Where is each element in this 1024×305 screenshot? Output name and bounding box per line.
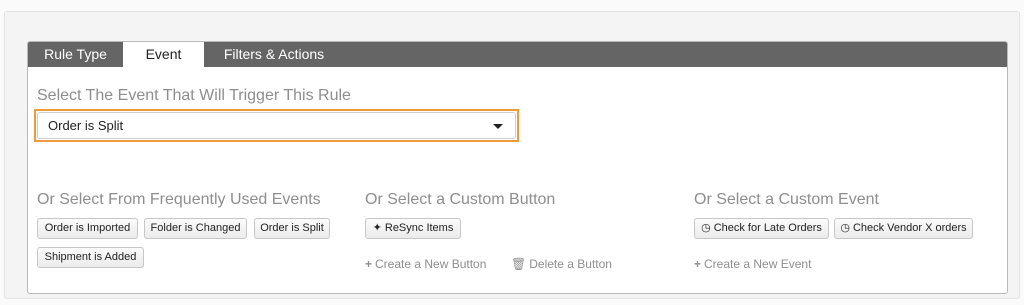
rule-editor-container: Rule Type Event Filters & Actions Select…: [4, 11, 1020, 299]
magic-wand-icon: ✦: [372, 222, 382, 234]
clock-icon: ◷: [701, 222, 711, 234]
tab-event[interactable]: Event: [123, 42, 204, 67]
rule-editor-panel: Rule Type Event Filters & Actions Select…: [27, 41, 1008, 294]
plus-icon: +: [365, 257, 373, 271]
trash-icon: 🗑: [511, 257, 527, 271]
plus-icon: +: [694, 257, 702, 271]
check-late-orders-label: Check for Late Orders: [713, 222, 822, 234]
delete-button-label: Delete a Button: [529, 257, 612, 271]
order-split-button[interactable]: Order is Split: [254, 218, 330, 239]
event-select-value: Order is Split: [48, 118, 124, 133]
chevron-down-icon: [493, 124, 503, 129]
resync-items-button[interactable]: ✦ ReSync Items: [365, 218, 461, 239]
check-late-orders-button[interactable]: ◷ Check for Late Orders: [694, 218, 829, 239]
delete-button-link[interactable]: 🗑 Delete a Button: [511, 257, 612, 271]
create-button-label: Create a New Button: [375, 257, 487, 271]
order-imported-button[interactable]: Order is Imported: [37, 218, 138, 239]
resync-items-label: ReSync Items: [384, 222, 454, 234]
event-select[interactable]: Order is Split: [37, 112, 516, 139]
clock-icon: ◷: [840, 222, 850, 234]
tab-filters-actions[interactable]: Filters & Actions: [204, 42, 344, 67]
create-event-label: Create a New Event: [704, 257, 812, 271]
frequent-events-title: Or Select From Frequently Used Events: [37, 191, 321, 208]
custom-button-title: Or Select a Custom Button: [365, 191, 556, 208]
shipment-added-button[interactable]: Shipment is Added: [37, 247, 144, 268]
custom-event-title: Or Select a Custom Event: [694, 191, 879, 208]
folder-changed-button[interactable]: Folder is Changed: [144, 218, 247, 239]
tab-rule-type[interactable]: Rule Type: [28, 42, 123, 67]
check-vendor-orders-button[interactable]: ◷ Check Vendor X orders: [834, 218, 973, 239]
check-vendor-orders-label: Check Vendor X orders: [852, 222, 967, 234]
trigger-section-title: Select The Event That Will Trigger This …: [37, 87, 351, 104]
create-event-link[interactable]: + Create a New Event: [694, 257, 811, 271]
create-button-link[interactable]: + Create a New Button: [365, 257, 486, 271]
tab-bar: Rule Type Event Filters & Actions: [28, 42, 1007, 67]
